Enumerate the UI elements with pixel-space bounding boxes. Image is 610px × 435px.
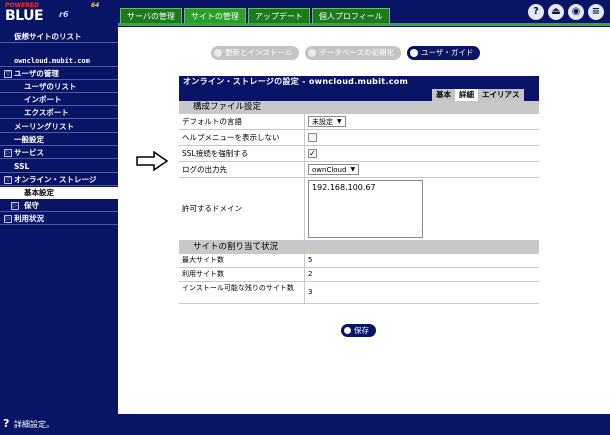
status-text: 詳細設定。 bbox=[14, 420, 54, 429]
sidebar-item-import[interactable]: インポート bbox=[0, 94, 118, 106]
max-sites-value: 5 bbox=[308, 256, 313, 264]
row-allowed-domains: 許可するドメイン 192.168.100.67 ⋰ bbox=[179, 178, 539, 241]
chevron-down-icon: ▼ bbox=[350, 166, 356, 173]
resize-grip-icon[interactable]: ⋰ bbox=[415, 229, 421, 236]
button-dot-icon bbox=[308, 49, 317, 57]
tab-underline bbox=[118, 23, 610, 26]
sidebar-item-usage[interactable]: ▷ 利用状況 bbox=[0, 213, 118, 225]
main-tabs: サーバの管理 サイトの管理 アップデート 個人プロフィール bbox=[120, 8, 392, 24]
help-question-icon: ? bbox=[3, 417, 10, 430]
remaining-sites-label: インストール可能な残りのサイト数 bbox=[179, 282, 305, 303]
logo-version-text: 64 bbox=[91, 2, 100, 9]
force-ssl-cell: ✓ bbox=[305, 146, 539, 161]
menu-icon[interactable]: ≡ bbox=[588, 4, 604, 20]
collapsed-triangle-icon: ▷ bbox=[4, 215, 12, 223]
user-guide-button[interactable]: ユーザ・ガイド bbox=[406, 46, 481, 60]
log-output-select[interactable]: ownCloud ▼ bbox=[308, 164, 360, 175]
force-ssl-label: SSL接続を強制する bbox=[179, 146, 305, 161]
allowed-domains-cell: 192.168.100.67 ⋰ bbox=[305, 178, 539, 240]
remaining-sites-value: 3 bbox=[308, 288, 313, 296]
allowed-domains-textarea[interactable]: 192.168.100.67 ⋰ bbox=[308, 180, 423, 238]
row-max-sites: 最大サイト数 5 bbox=[179, 254, 539, 268]
tab-alias[interactable]: エイリアス bbox=[478, 89, 524, 101]
tab-update[interactable]: アップデート bbox=[247, 8, 310, 24]
sidebar-item-general-settings[interactable]: 一般設定 bbox=[0, 134, 118, 146]
sidebar-item-basic-settings[interactable]: 基本設定 bbox=[0, 187, 118, 199]
tab-detail[interactable]: 詳細 bbox=[455, 89, 478, 101]
tab-basic[interactable]: 基本 bbox=[432, 89, 455, 101]
chevron-down-icon: ▼ bbox=[337, 118, 342, 125]
hide-help-checkbox[interactable] bbox=[308, 133, 317, 142]
row-log-output: ログの出力先 ownCloud ▼ bbox=[179, 162, 539, 178]
row-remaining-sites: インストール可能な残りのサイト数 3 bbox=[179, 282, 539, 304]
sidebar-item-mailing-list[interactable]: メーリングリスト bbox=[0, 121, 118, 133]
collapsed-triangle-icon: ▷ bbox=[11, 202, 19, 210]
pointer-arrow-icon bbox=[136, 151, 168, 171]
action-button-row: 更新とインストール データベースの初期化 ユーザ・ガイド bbox=[211, 46, 481, 60]
main-content: 更新とインストール データベースの初期化 ユーザ・ガイド オンライン・ストレージ… bbox=[118, 27, 610, 414]
hide-help-cell bbox=[305, 130, 539, 145]
tab-site-management[interactable]: サイトの管理 bbox=[183, 8, 246, 24]
sidebar-item-site-name[interactable]: owncloud.mubit.com bbox=[0, 55, 118, 67]
row-hide-help: ヘルプメニューを表示しない bbox=[179, 130, 539, 146]
tab-personal-profile[interactable]: 個人プロフィール bbox=[311, 8, 390, 24]
button-dot-icon bbox=[409, 49, 418, 57]
blue-logo: POWERED BLUE r6 64 bbox=[3, 2, 115, 24]
default-language-select[interactable]: 未設定 ▼ bbox=[308, 116, 346, 127]
logo-brand-text: BLUE bbox=[5, 8, 44, 24]
collapsed-triangle-icon: ▷ bbox=[4, 149, 12, 157]
row-used-sites: 利用サイト数 2 bbox=[179, 268, 539, 282]
sidebar-item-user-management[interactable]: ▽ ユーザの管理 bbox=[0, 68, 118, 80]
max-sites-label: 最大サイト数 bbox=[179, 254, 305, 267]
top-icon-group: ? ⏏ ◉ ≡ bbox=[528, 4, 604, 20]
logo-suffix-text: r6 bbox=[59, 10, 69, 19]
sidebar-item-export[interactable]: エクスポート bbox=[0, 107, 118, 119]
log-output-cell: ownCloud ▼ bbox=[305, 162, 539, 177]
tab-server-management[interactable]: サーバの管理 bbox=[120, 8, 182, 24]
sidebar-item-services[interactable]: ▷ サービス bbox=[0, 147, 118, 159]
button-dot-icon bbox=[344, 327, 351, 334]
section-quota-header: サイトの割り当て状況 bbox=[179, 241, 539, 254]
eye-icon[interactable]: ◉ bbox=[568, 4, 584, 20]
sidebar-item-ssl[interactable]: SSL bbox=[0, 161, 118, 173]
db-init-button[interactable]: データベースの初期化 bbox=[305, 46, 401, 60]
sidebar-item-maintenance[interactable]: ▷ 保守 bbox=[0, 200, 118, 212]
logout-icon[interactable]: ⏏ bbox=[548, 4, 564, 20]
sidebar-item-online-storage[interactable]: ▽ オンライン・ストレージ bbox=[0, 174, 118, 186]
used-sites-value: 2 bbox=[308, 270, 313, 278]
help-icon[interactable]: ? bbox=[528, 4, 544, 20]
expanded-triangle-icon: ▽ bbox=[4, 70, 12, 78]
sidebar: 仮想サイトのリスト owncloud.mubit.com ▽ ユーザの管理 ユーザ… bbox=[0, 27, 118, 414]
button-dot-icon bbox=[214, 49, 222, 57]
section-config-header: 構成ファイル設定 bbox=[179, 101, 539, 114]
default-language-label: デフォルトの言語 bbox=[179, 114, 305, 129]
settings-panel: オンライン・ストレージの設定 - owncloud.mubit.com 基本 詳… bbox=[179, 76, 539, 304]
update-install-button[interactable]: 更新とインストール bbox=[211, 46, 300, 60]
used-sites-label: 利用サイト数 bbox=[179, 268, 305, 281]
row-default-language: デフォルトの言語 未設定 ▼ bbox=[179, 114, 539, 130]
allowed-domains-label: 許可するドメイン bbox=[179, 178, 305, 240]
hide-help-label: ヘルプメニューを表示しない bbox=[179, 130, 305, 145]
sidebar-item-virtual-sites[interactable]: 仮想サイトのリスト bbox=[0, 31, 118, 43]
force-ssl-checkbox[interactable]: ✓ bbox=[308, 149, 317, 158]
log-output-label: ログの出力先 bbox=[179, 162, 305, 177]
panel-title: オンライン・ストレージの設定 - owncloud.mubit.com bbox=[179, 76, 539, 88]
save-button[interactable]: 保存 bbox=[341, 324, 376, 337]
sidebar-item-user-list[interactable]: ユーザのリスト bbox=[0, 81, 118, 93]
panel-tabs: 基本 詳細 エイリアス bbox=[179, 88, 539, 101]
row-force-ssl: SSL接続を強制する ✓ bbox=[179, 146, 539, 162]
expanded-triangle-icon: ▽ bbox=[4, 176, 12, 184]
status-bar: ? 詳細設定。 bbox=[0, 414, 610, 435]
default-language-cell: 未設定 ▼ bbox=[305, 114, 539, 129]
